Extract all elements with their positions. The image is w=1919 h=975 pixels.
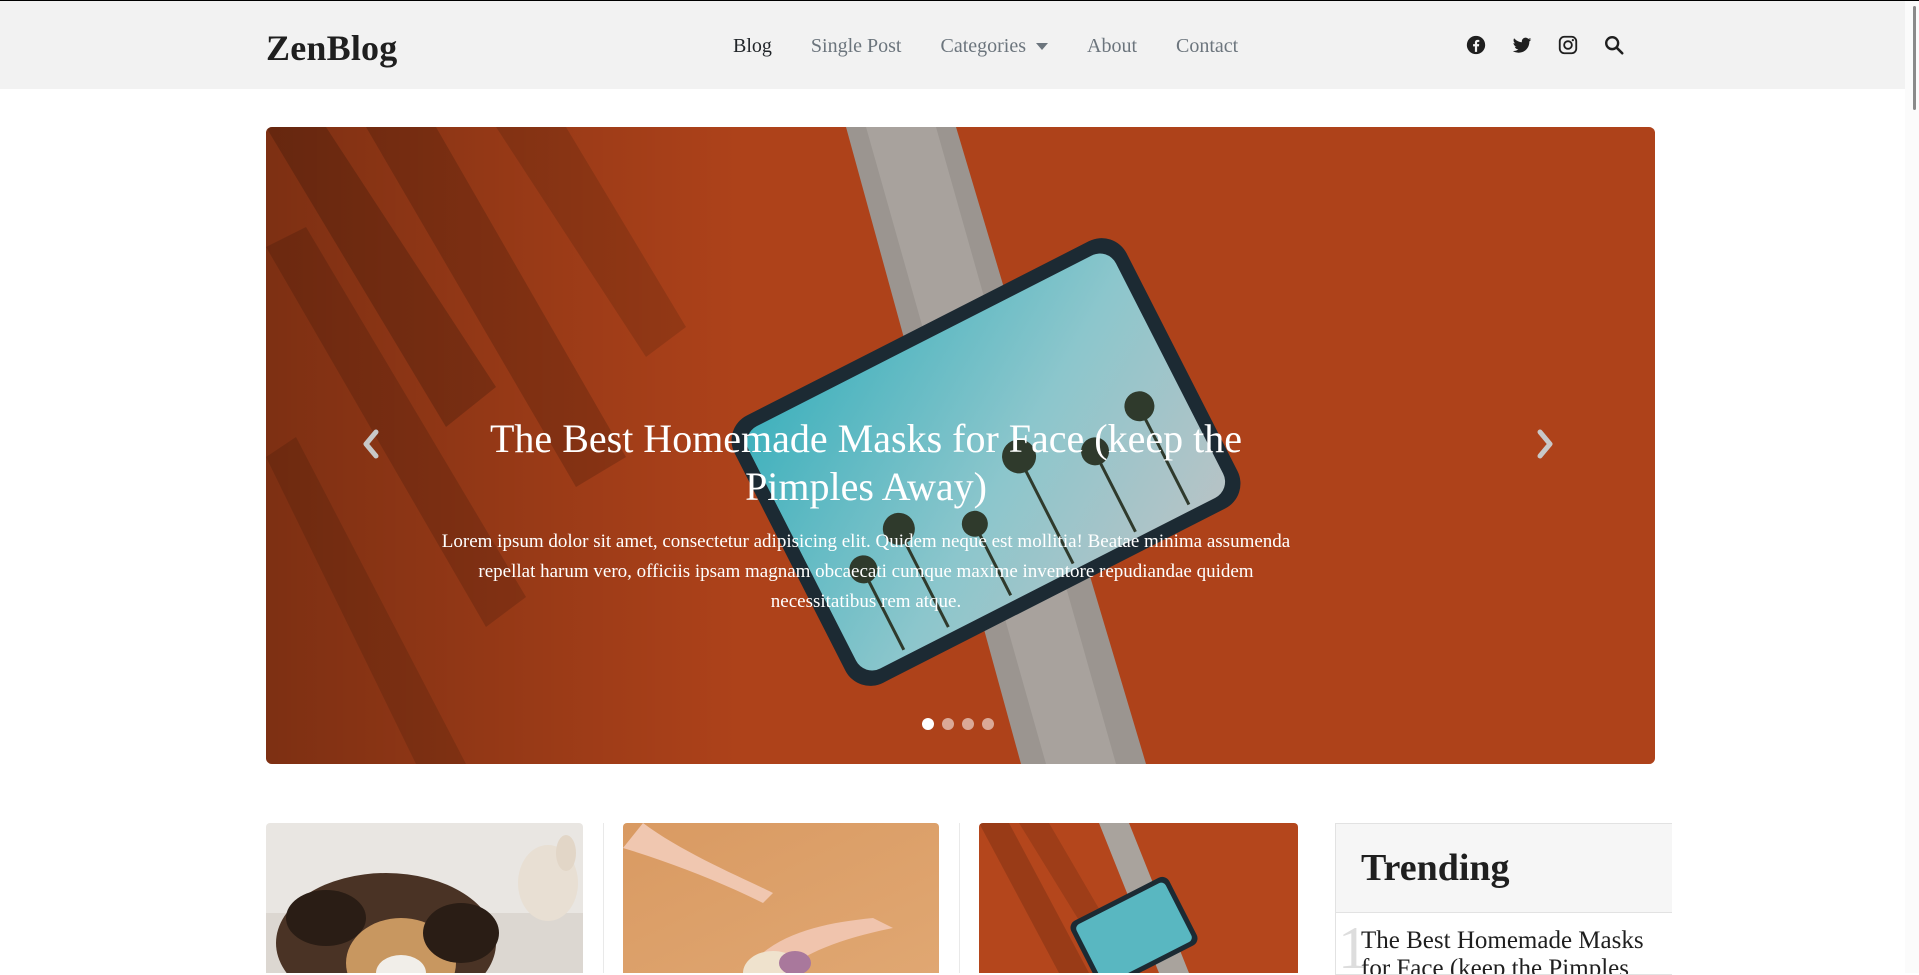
carousel-dot[interactable] [982,718,994,730]
trending-post-title[interactable]: The Best Homemade Masks for Face (keep t… [1361,927,1661,974]
search-icon[interactable] [1603,34,1625,56]
post-card-image-cupcake[interactable] [623,823,939,973]
site-header: ZenBlog Blog Single Post Categories Abou… [0,1,1919,89]
hero-carousel[interactable]: The Best Homemade Masks for Face (keep t… [266,127,1655,764]
carousel-dot[interactable] [922,718,934,730]
nav-single-post[interactable]: Single Post [811,35,902,58]
card-divider [959,823,960,973]
site-logo[interactable]: ZenBlog [266,27,397,69]
puppy-photo [266,823,583,973]
card-divider [603,823,604,973]
nav-categories-label: Categories [940,35,1027,57]
chevron-left-icon[interactable] [356,424,386,464]
tablet-photo [979,823,1298,973]
carousel-indicators [922,718,994,730]
facebook-icon[interactable] [1465,34,1487,56]
hero-text: Lorem ipsum dolor sit amet, consectetur … [441,531,1291,612]
main-nav: Blog Single Post Categories About Contac… [733,35,1277,58]
cupcake-photo [623,823,939,973]
scrollbar-thumb[interactable] [1913,6,1916,110]
post-card-image-puppy[interactable] [266,823,583,973]
carousel-dot[interactable] [962,718,974,730]
nav-contact[interactable]: Contact [1176,35,1238,58]
page-scrollbar[interactable] [1905,1,1919,973]
trending-heading: Trending [1361,847,1510,889]
hero-title[interactable]: The Best Homemade Masks for Face (keep t… [436,415,1296,511]
carousel-dot[interactable] [942,718,954,730]
chevron-down-icon [1036,43,1049,50]
instagram-icon[interactable] [1557,34,1579,56]
hero-caption: The Best Homemade Masks for Face (keep t… [436,415,1296,617]
header-icons [1465,34,1625,56]
nav-categories[interactable]: Categories [940,35,1049,58]
twitter-icon[interactable] [1511,34,1533,56]
trending-header: Trending [1336,824,1672,913]
post-card-image-tablet[interactable] [979,823,1298,973]
trending-sidebar: Trending 1 The Best Homemade Masks for F… [1335,823,1672,975]
chevron-right-icon[interactable] [1530,424,1560,464]
nav-blog[interactable]: Blog [733,35,772,58]
nav-about[interactable]: About [1087,35,1137,58]
